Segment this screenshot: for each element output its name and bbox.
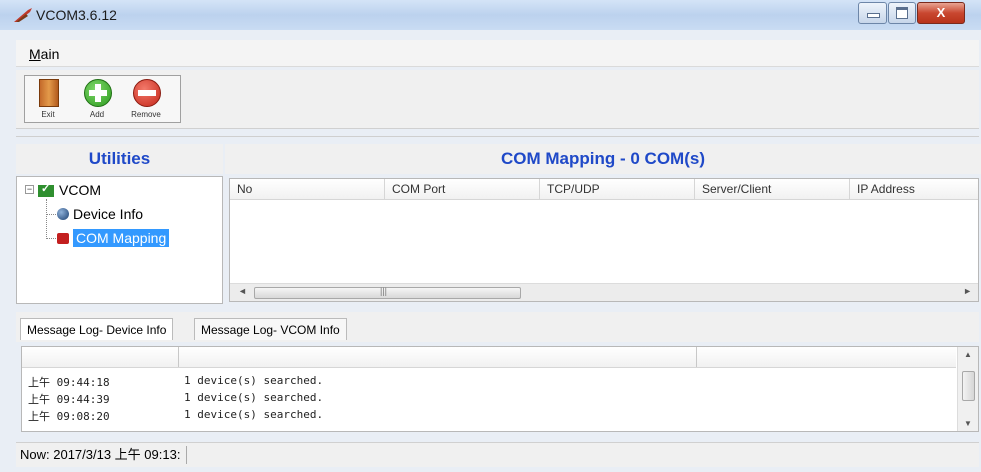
tree-item-com-mapping[interactable]: COM Mapping <box>73 229 170 247</box>
door-exit-icon <box>39 79 59 107</box>
tree-connector <box>46 199 47 239</box>
log-message: 1 device(s) searched. <box>184 391 324 404</box>
log-tab-strip: Message Log- Device Info Message Log- VC… <box>16 312 979 342</box>
minus-circle-icon <box>133 79 161 107</box>
exit-button[interactable]: Exit <box>25 76 71 122</box>
tab-vcom-info-log[interactable]: Message Log- VCOM Info <box>194 318 347 340</box>
utilities-header: Utilities <box>16 144 223 174</box>
tree-collapse-icon[interactable]: − <box>25 185 34 194</box>
log-time: 上午 09:44:39 <box>28 393 110 406</box>
window-title: VCOM3.6.12 <box>36 7 117 23</box>
horizontal-scrollbar[interactable]: ◄ ||| ► <box>230 283 978 301</box>
toolbar-group: Exit Add Remove <box>24 75 181 123</box>
status-bar: Now: 2017/3/13 上午 09:13: <box>16 442 979 467</box>
vertical-scrollbar[interactable]: ▲ ▼ <box>957 347 978 431</box>
plus-circle-icon <box>84 79 112 107</box>
log-message: 1 device(s) searched. <box>184 374 324 387</box>
checkmark-icon <box>38 182 54 197</box>
log-column-message[interactable] <box>178 347 697 367</box>
close-button[interactable]: X <box>917 2 965 24</box>
com-mapping-header: COM Mapping - 0 COM(s) <box>225 144 981 174</box>
menu-bar: Main <box>16 40 979 67</box>
remove-button[interactable]: Remove <box>123 76 169 122</box>
title-bar: VCOM3.6.12 X <box>0 0 981 30</box>
status-clock: Now: 2017/3/13 上午 09:13: <box>20 446 188 464</box>
scroll-grip: ||| <box>380 286 388 296</box>
scroll-thumb[interactable] <box>962 371 975 401</box>
log-header-row <box>22 347 956 368</box>
tree-item-vcom[interactable]: VCOM <box>59 182 101 198</box>
tree-connector <box>46 238 56 239</box>
column-header-no[interactable]: No <box>230 179 385 199</box>
table-header-row: No COM Port TCP/UDP Server/Client IP Add… <box>230 179 978 200</box>
scroll-right-icon[interactable]: ► <box>963 286 972 296</box>
toolbar-divider <box>16 136 979 137</box>
column-header-com-port[interactable]: COM Port <box>385 179 540 199</box>
minimize-button[interactable] <box>858 2 887 24</box>
add-button[interactable]: Add <box>74 76 120 122</box>
exit-button-label: Exit <box>41 110 55 119</box>
add-button-label: Add <box>89 110 105 119</box>
tab-device-info-log[interactable]: Message Log- Device Info <box>20 318 174 340</box>
log-message: 1 device(s) searched. <box>184 408 324 421</box>
maximize-button[interactable] <box>888 2 916 24</box>
column-header-tcp-udp[interactable]: TCP/UDP <box>540 179 695 199</box>
toolbar: Exit Add Remove <box>16 70 979 129</box>
window-controls: X <box>857 2 965 24</box>
tree-item-device-info[interactable]: Device Info <box>73 206 143 222</box>
com-mapping-table[interactable]: No COM Port TCP/UDP Server/Client IP Add… <box>229 178 979 302</box>
remove-button-label: Remove <box>131 110 161 119</box>
log-time: 上午 09:44:18 <box>28 376 110 389</box>
vcom-app-icon <box>14 8 32 22</box>
column-header-server-client[interactable]: Server/Client <box>695 179 850 199</box>
column-header-ip-address[interactable]: IP Address <box>850 179 978 199</box>
log-time: 上午 09:08:20 <box>28 410 110 423</box>
utilities-tree[interactable]: − VCOM Device Info COM Mapping <box>16 176 223 304</box>
message-log[interactable]: 上午 09:44:18 1 device(s) searched. 上午 09:… <box>21 346 979 432</box>
menu-main[interactable]: Main <box>29 46 59 62</box>
plug-icon <box>57 233 69 244</box>
scroll-up-icon[interactable]: ▲ <box>964 350 972 359</box>
scroll-down-icon[interactable]: ▼ <box>964 419 972 428</box>
scroll-left-icon[interactable]: ◄ <box>238 286 247 296</box>
scroll-thumb[interactable]: ||| <box>254 286 521 299</box>
globe-icon <box>57 208 69 220</box>
tree-connector <box>46 214 56 215</box>
log-column-time[interactable] <box>22 347 179 367</box>
